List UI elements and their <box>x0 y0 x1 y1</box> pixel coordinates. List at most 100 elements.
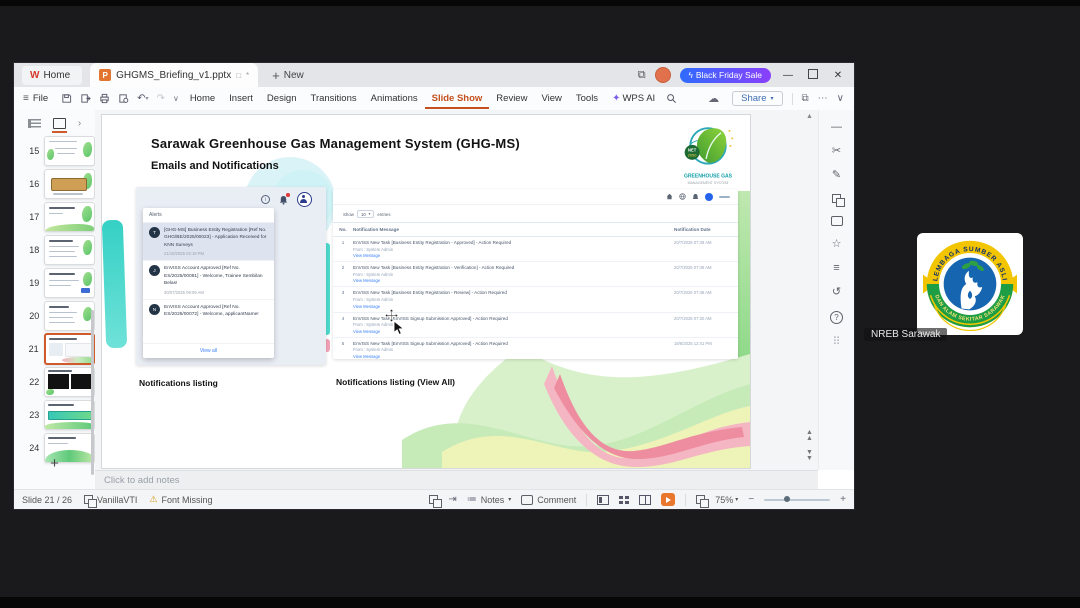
menu-design[interactable]: Design <box>260 93 304 104</box>
toolbar-more-icon[interactable]: ∨ <box>173 94 179 103</box>
slide-thumbnail-16[interactable]: 16 <box>14 168 95 199</box>
menu-slide-show[interactable]: Slide Show <box>424 93 490 109</box>
table-row: 2 EnVISS New Task [Business Entity Regis… <box>333 262 738 288</box>
menu-insert[interactable]: Insert <box>222 93 260 104</box>
thumbnail-image[interactable] <box>44 300 95 331</box>
restore-button[interactable] <box>805 68 821 82</box>
apps-grid-icon[interactable]: ⠿ <box>832 337 840 348</box>
quick-tools-icon[interactable]: ✂ <box>832 146 841 157</box>
thumbnail-image[interactable] <box>44 201 95 232</box>
participant-video-tile[interactable]: LEMBAGA SUMBER ASLI DAN ALAM SEKITAR SAR… <box>860 225 1080 347</box>
scroll-up-arrow[interactable]: ▲ <box>806 113 813 120</box>
close-button[interactable]: ✕ <box>830 70 846 81</box>
print-icon[interactable] <box>99 93 110 104</box>
minimize-button[interactable]: — <box>780 70 796 81</box>
collapse-panel-icon[interactable]: › <box>78 118 81 129</box>
menu-transitions[interactable]: Transitions <box>304 93 364 104</box>
notification-message: EnVISS New Task [EnVISS Signup Submissio… <box>353 315 508 321</box>
wps-ai-button[interactable]: ✦ WPS AI <box>605 93 662 104</box>
zoom-knob[interactable] <box>783 496 790 502</box>
font-missing-warning[interactable]: ⚠ Font Missing <box>149 494 212 505</box>
slide-thumbnail-23[interactable]: 23 <box>14 399 95 430</box>
slide-thumbnail-17[interactable]: 17 <box>14 201 95 232</box>
thumbnail-image[interactable] <box>44 135 95 166</box>
save-icon[interactable] <box>61 93 72 104</box>
shapes-pane-icon[interactable] <box>832 194 845 207</box>
menu-review[interactable]: Review <box>489 93 534 104</box>
history-pane-icon[interactable]: ↺ <box>832 287 841 298</box>
print-preview-icon[interactable] <box>118 93 129 104</box>
slide-subtitle[interactable]: Emails and Notifications <box>151 160 279 172</box>
next-slide-button[interactable]: ▼ ▼ <box>806 449 813 462</box>
export-icon[interactable] <box>80 93 91 104</box>
slide-thumbnail-18[interactable]: 18 <box>14 234 95 265</box>
slide-view-icon[interactable] <box>51 117 67 133</box>
slide-thumbnail-20[interactable]: 20 <box>14 300 95 331</box>
slide-thumbnail-15[interactable]: 15 <box>14 135 95 166</box>
thumbnail-image[interactable] <box>44 168 95 199</box>
table-row: 5 EnVISS New Task [EnVISS Signup Submiss… <box>333 338 738 359</box>
wps-home-tab[interactable]: W Home <box>22 65 83 85</box>
thumbnail-image[interactable] <box>44 399 95 430</box>
comments-pane-icon[interactable] <box>830 216 843 226</box>
slide-thumbnail-22[interactable]: 22 <box>14 366 95 397</box>
new-document-button[interactable]: + New <box>272 68 304 83</box>
add-slide-button[interactable]: + <box>14 455 95 472</box>
zoom-level[interactable]: 75% ▾ <box>715 495 738 505</box>
slideshow-play-button[interactable] <box>661 493 676 506</box>
thumbnail-image[interactable] <box>43 332 95 365</box>
slide-title[interactable]: Sarawak Greenhouse Gas Management System… <box>151 136 520 151</box>
undo-icon[interactable]: ↶ ▾ <box>137 93 148 104</box>
svg-text:MANAGEMENT SYSTEM: MANAGEMENT SYSTEM <box>688 181 729 185</box>
notification-badge <box>286 193 290 197</box>
slide-counter[interactable]: Slide 21 / 26 <box>22 495 72 505</box>
cloud-sync-icon[interactable]: ☁ <box>708 92 719 105</box>
caption-left[interactable]: Notifications listing <box>139 378 218 388</box>
document-tab[interactable]: P GHGMS_Briefing_v1.pptx □ * <box>90 63 259 87</box>
menu-animations[interactable]: Animations <box>364 93 425 104</box>
black-friday-sale-button[interactable]: ϟ Black Friday Sale <box>679 67 771 83</box>
notes-toggle[interactable]: ≔ Notes ▾ <box>467 494 512 505</box>
tab-list-icon[interactable]: ⧉ <box>638 69 646 82</box>
current-slide[interactable]: Sarawak Greenhouse Gas Management System… <box>101 114 751 469</box>
slide-thumbnail-19[interactable]: 19 <box>14 267 95 298</box>
menu-view[interactable]: View <box>534 93 568 104</box>
menu-tools[interactable]: Tools <box>569 93 605 104</box>
notes-input-area[interactable]: Click to add notes <box>95 470 818 489</box>
collapse-sidebar-icon[interactable]: — <box>831 122 842 133</box>
zoom-in-button[interactable]: + <box>840 494 846 505</box>
share-button[interactable]: Share ▾ <box>732 91 783 106</box>
switch-window-icon[interactable]: ⧉ <box>802 93 809 104</box>
caption-right[interactable]: Notifications listing (View All) <box>336 377 455 387</box>
previous-slide-button[interactable]: ▲ ▲ <box>806 429 813 442</box>
thumbnail-scrollbar[interactable] <box>91 310 94 475</box>
help-icon[interactable]: ? <box>830 311 843 324</box>
thumbnail-image[interactable] <box>44 366 95 397</box>
effects-pane-icon[interactable]: ☆ <box>832 239 842 250</box>
file-menu[interactable]: ≡ File <box>14 93 57 104</box>
account-avatar[interactable] <box>654 67 671 83</box>
animation-pane-icon[interactable]: ✎ <box>832 170 841 181</box>
slide-sorter-icon[interactable] <box>619 495 630 504</box>
fit-slide-icon[interactable] <box>696 495 709 508</box>
zoom-slider[interactable] <box>764 496 831 502</box>
side-panel-icon[interactable]: ⇥ <box>448 494 456 505</box>
search-icon[interactable] <box>666 93 677 104</box>
collapse-ribbon-icon[interactable]: ∨ <box>837 93 844 104</box>
canvas-scrollbar[interactable]: ▲ ▲ ▲ ▼ ▼ <box>804 110 816 470</box>
reading-view-icon[interactable] <box>639 494 652 505</box>
menu-home[interactable]: Home <box>183 93 222 104</box>
slide-thumbnail-21-selected[interactable]: 21 <box>14 332 95 365</box>
properties-pane-icon[interactable]: ≡ <box>833 263 839 274</box>
thumbnail-image[interactable] <box>44 267 95 298</box>
task-window-icon[interactable] <box>429 495 442 508</box>
normal-view-icon[interactable] <box>597 494 610 505</box>
thumbnail-image[interactable] <box>44 234 95 265</box>
zoom-out-button[interactable]: − <box>748 494 754 505</box>
more-options-icon[interactable]: ⋯ <box>818 93 828 104</box>
tab-preview-icon[interactable]: □ <box>236 71 241 80</box>
outline-view-icon[interactable] <box>27 118 41 128</box>
redo-icon[interactable]: ↷ <box>157 93 165 104</box>
comment-button[interactable]: Comment <box>521 494 576 505</box>
theme-indicator[interactable]: VanillaVTI <box>84 495 137 508</box>
